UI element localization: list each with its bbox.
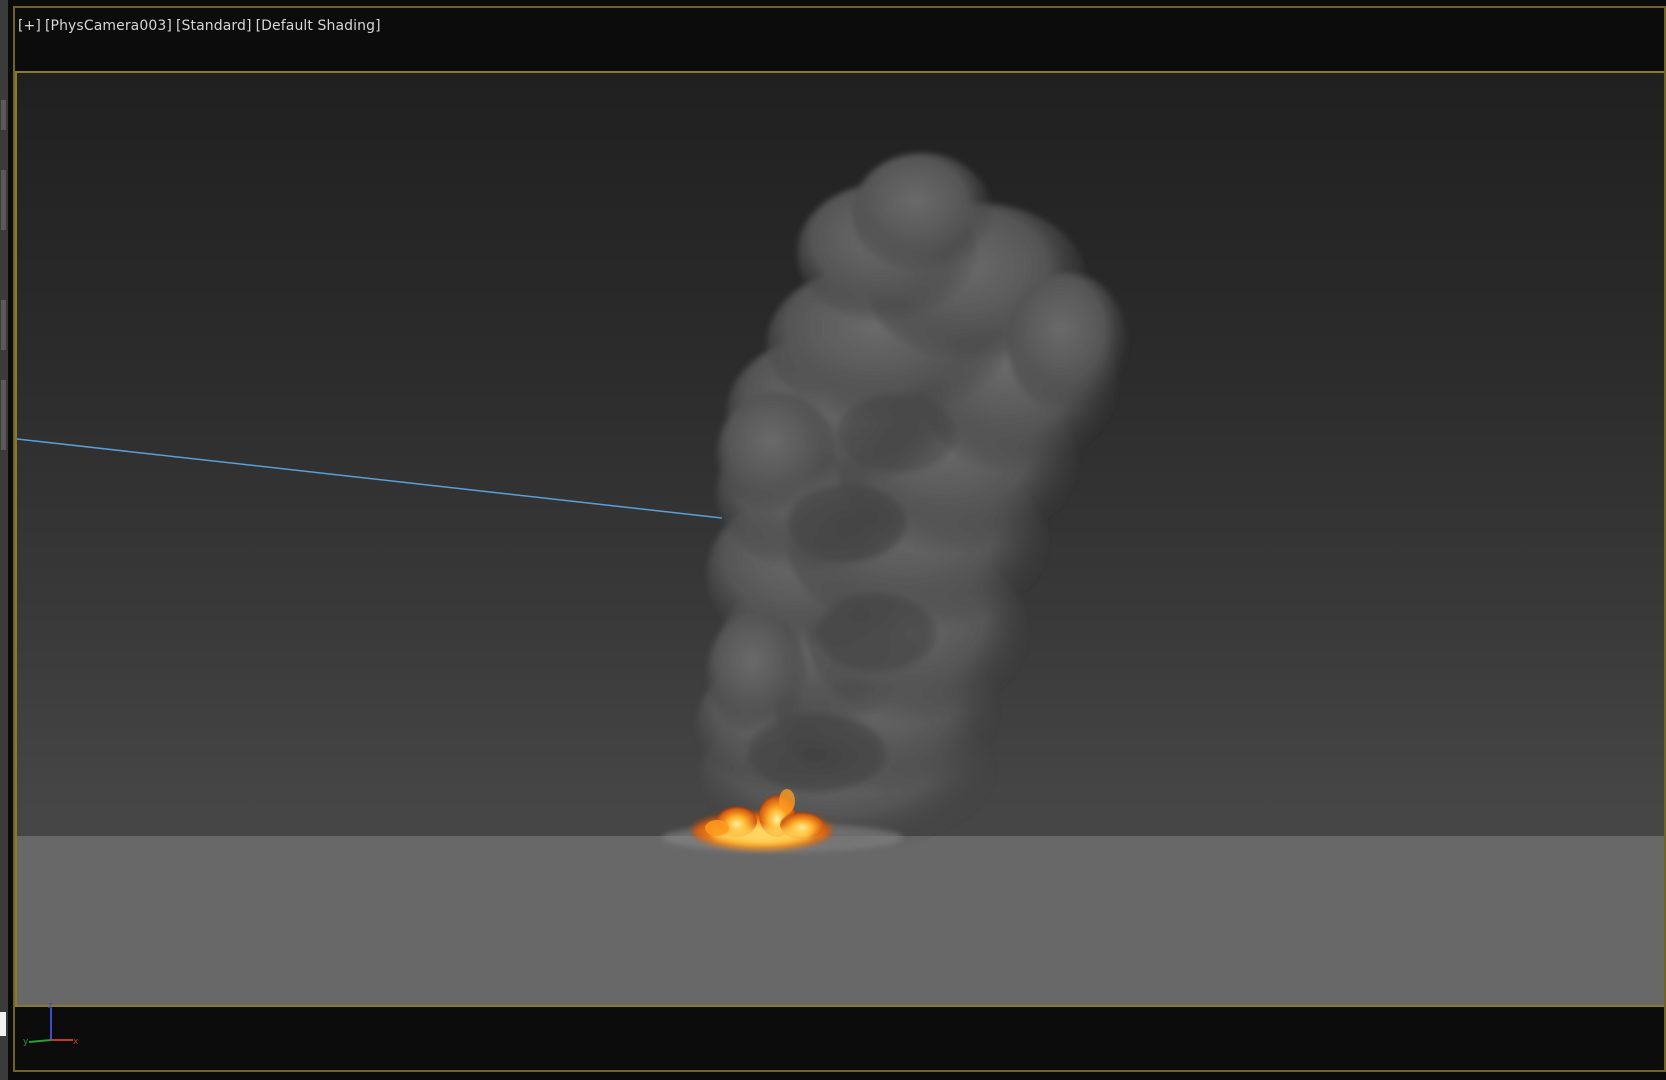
panel-edge-tick — [1, 300, 6, 350]
y-axis-label: y — [23, 1037, 29, 1047]
y-axis-line — [28, 1039, 52, 1043]
render-safe-frame — [15, 71, 1664, 1007]
left-panel-edge — [0, 0, 8, 1080]
viewport-shading-menu[interactable]: [Default Shading] — [256, 18, 381, 34]
viewport-label-menu[interactable]: [+] [PhysCamera003] [Standard] [Default … — [18, 18, 381, 34]
viewport-mode-menu[interactable]: [Standard] — [176, 18, 252, 34]
viewport-general-menu[interactable]: [+] — [18, 18, 41, 34]
z-axis-label: z — [48, 1001, 53, 1011]
app-window: [+] [PhysCamera003] [Standard] [Default … — [0, 0, 1666, 1080]
x-axis-label: x — [73, 1037, 79, 1047]
axis-tripod-gizmo: z y x — [21, 1000, 81, 1050]
scene-render — [17, 153, 1127, 853]
smoke-plume — [662, 153, 1127, 853]
panel-edge-tick — [1, 100, 6, 130]
panel-edge-tick — [1, 380, 6, 450]
viewport-camera-menu[interactable]: [PhysCamera003] — [45, 18, 172, 34]
panel-edge-tick — [1, 170, 6, 230]
camera-viewport[interactable]: [+] [PhysCamera003] [Standard] [Default … — [13, 6, 1666, 1072]
camera-target-line — [17, 438, 723, 519]
panel-edge-marker — [0, 1012, 6, 1036]
